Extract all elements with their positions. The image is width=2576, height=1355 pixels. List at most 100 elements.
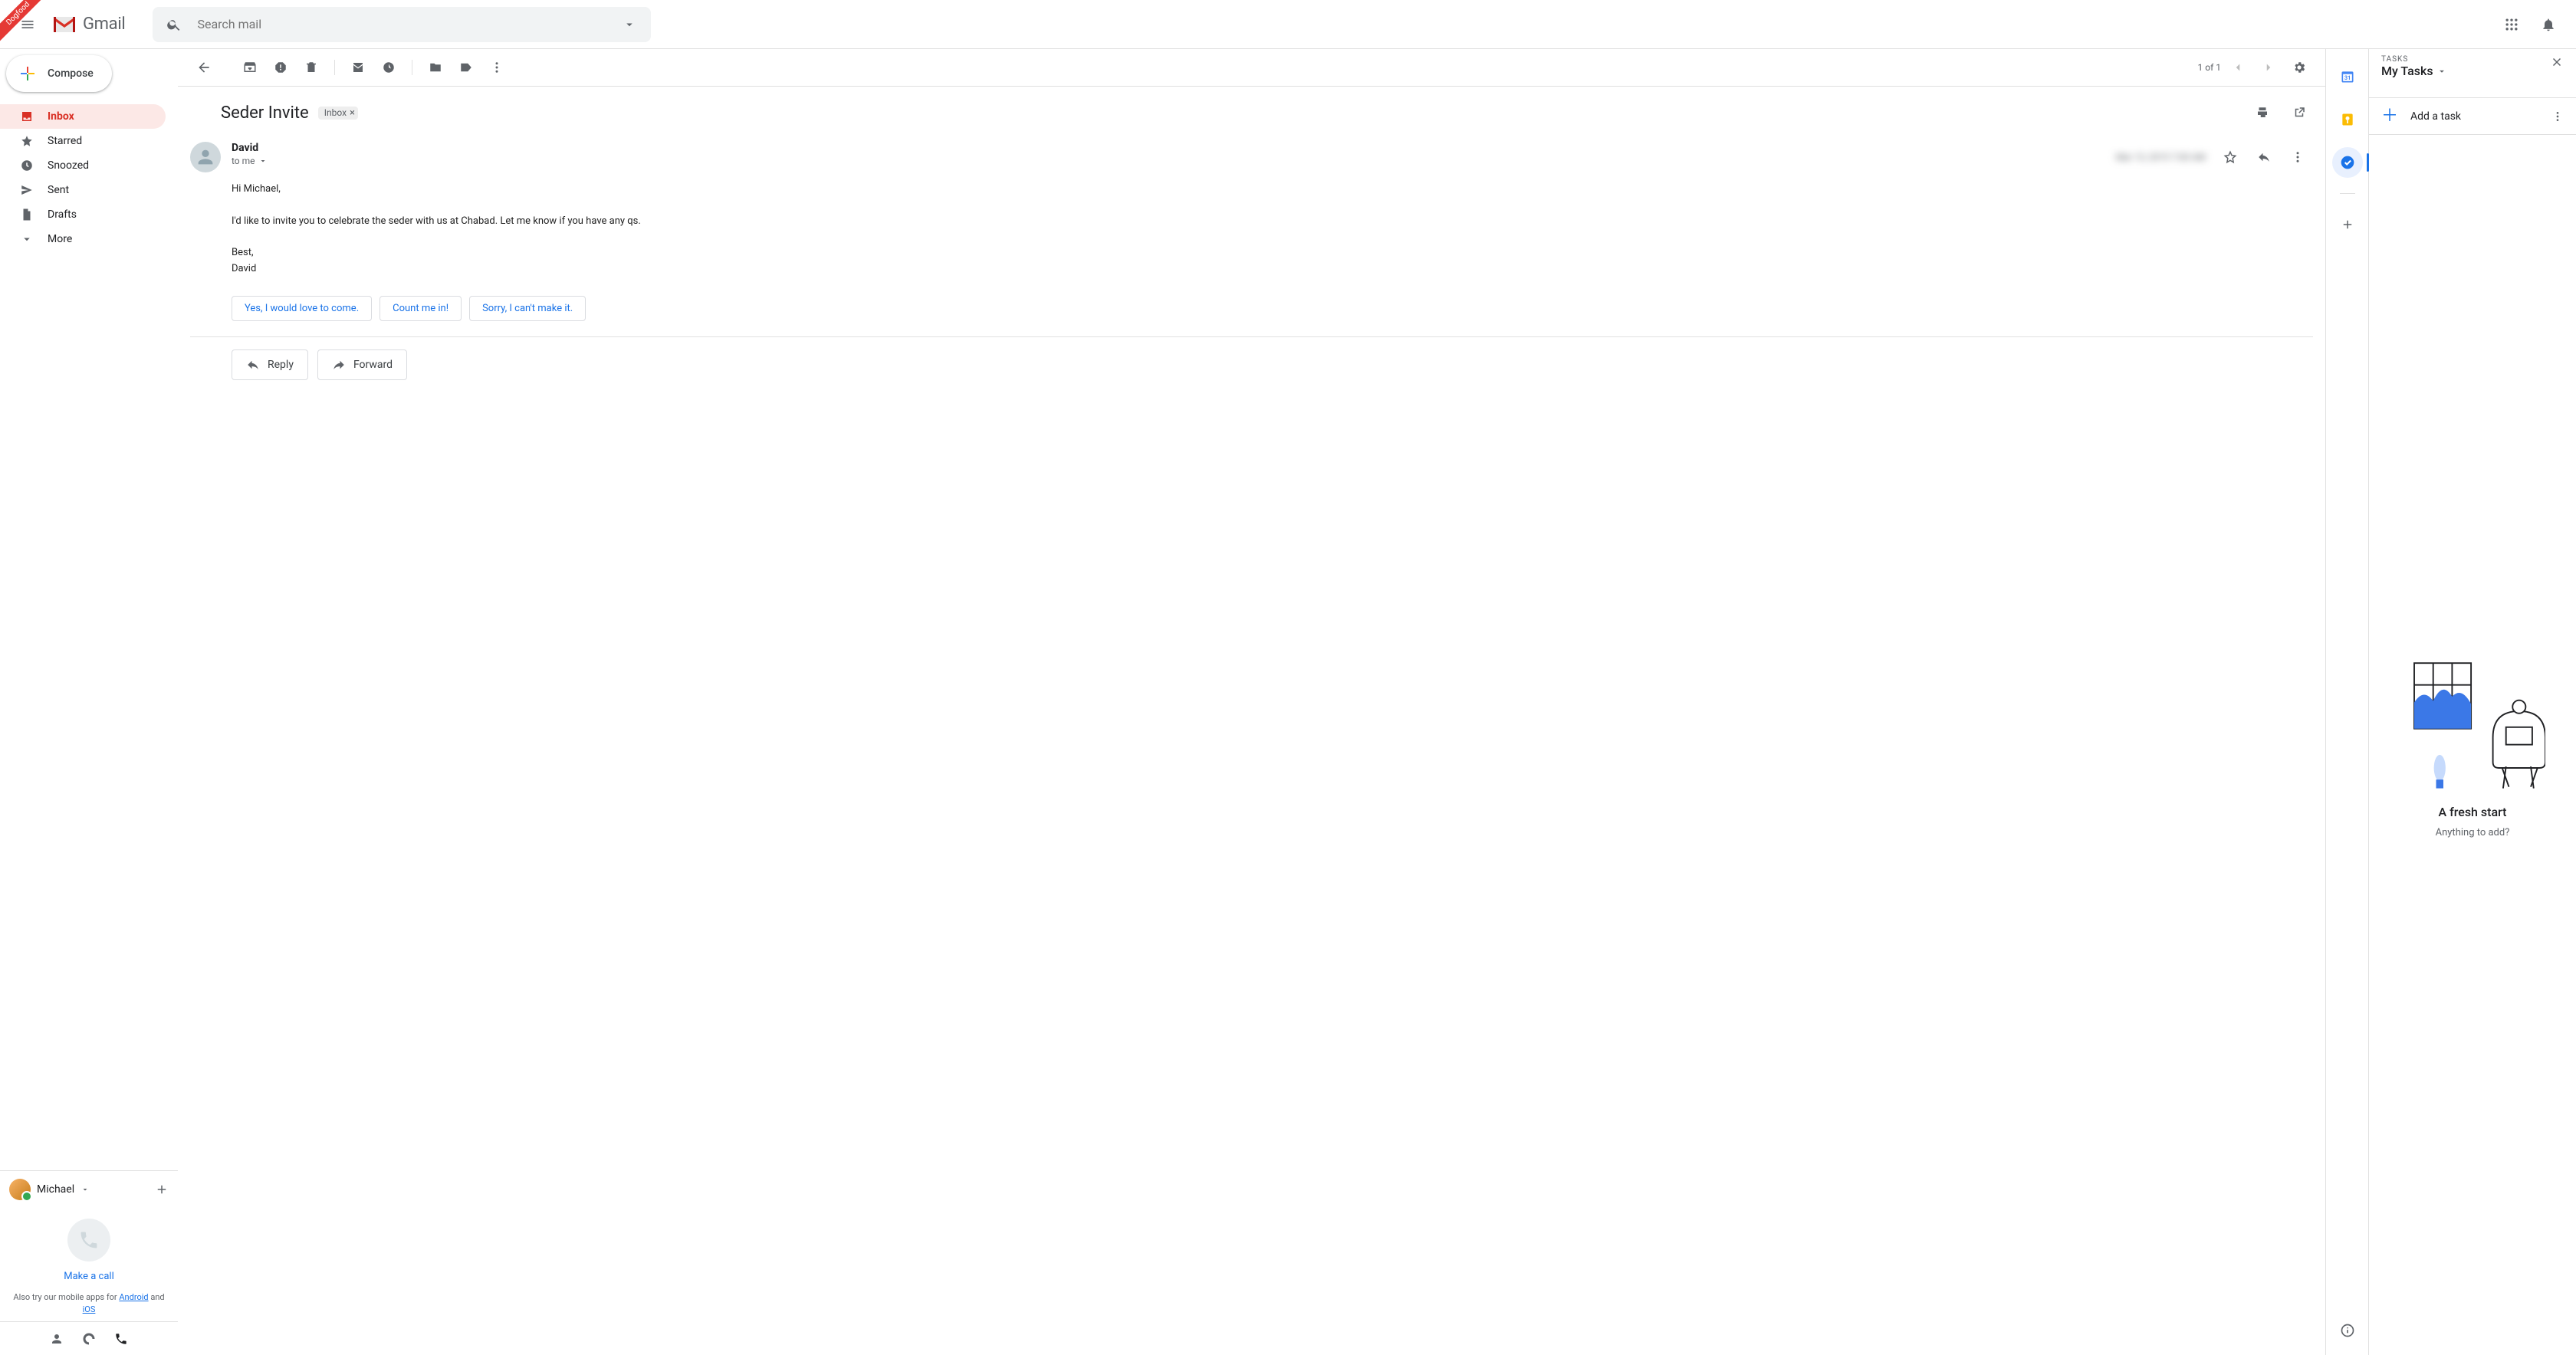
nav-label: Starred	[48, 135, 82, 147]
mobile-apps-text: Also try our mobile apps for Android and…	[6, 1291, 172, 1315]
more-vert-icon	[490, 61, 504, 74]
phone-tab[interactable]	[114, 1332, 128, 1346]
print-button[interactable]	[2249, 99, 2276, 126]
sender-name: David	[232, 142, 2105, 154]
email-subject: Seder Invite	[221, 103, 309, 123]
subject-row: Seder Invite Inbox ×	[190, 87, 2313, 136]
search-options-button[interactable]	[614, 9, 645, 40]
phone-icon	[78, 1229, 100, 1251]
smart-reply-button[interactable]: Yes, I would love to come.	[232, 296, 372, 321]
recipients-button[interactable]: to me	[232, 156, 2105, 166]
search-input[interactable]	[196, 16, 608, 32]
older-button[interactable]	[2224, 54, 2252, 81]
add-task-row[interactable]: ＋ Add a task	[2369, 98, 2576, 135]
nav-label: Drafts	[48, 208, 77, 221]
smart-reply-button[interactable]: Count me in!	[380, 296, 462, 321]
caret-down-icon	[258, 156, 268, 166]
calendar-addon-button[interactable]: 31	[2332, 61, 2363, 92]
reply-button[interactable]: Reply	[232, 349, 308, 380]
more-vert-icon	[2291, 150, 2305, 164]
delete-button[interactable]	[297, 54, 325, 81]
pager-text: 1 of 1	[2198, 62, 2221, 73]
more-vert-icon	[2551, 110, 2564, 123]
email-date: Mar 13, 2019 7:00 AM	[2116, 152, 2212, 162]
nav-item-inbox[interactable]: Inbox	[0, 104, 166, 129]
compose-button[interactable]: Compose	[6, 55, 112, 92]
gmail-logo[interactable]: Gmail	[52, 15, 125, 34]
file-icon	[20, 208, 34, 221]
contacts-tab[interactable]	[50, 1332, 64, 1346]
hangouts-tab[interactable]	[82, 1332, 96, 1346]
get-addons-button[interactable]	[2332, 209, 2363, 240]
sender-row: David to me Mar 13, 2019 7:00 AM	[190, 136, 2313, 176]
archive-icon	[243, 61, 257, 74]
smart-replies: Yes, I would love to come. Count me in! So…	[190, 277, 2313, 336]
info-button[interactable]	[2332, 1315, 2363, 1346]
inbox-icon	[20, 110, 34, 123]
forward-button[interactable]: Forward	[317, 349, 407, 380]
newer-button[interactable]	[2255, 54, 2282, 81]
message-more-button[interactable]	[2282, 142, 2313, 172]
plus-icon	[155, 1183, 169, 1196]
expand-icon	[20, 232, 34, 246]
snooze-button[interactable]	[375, 54, 402, 81]
email-body: Hi Michael, I'd like to invite you to ce…	[190, 176, 2313, 277]
reply-forward-row: Reply Forward	[190, 336, 2313, 399]
label-button[interactable]	[452, 54, 480, 81]
hangouts-call-area: Make a call Also try our mobile apps for…	[0, 1200, 178, 1321]
move-button[interactable]	[422, 54, 449, 81]
gmail-icon	[52, 15, 77, 34]
apps-grid-icon	[2504, 17, 2519, 32]
report-spam-icon	[274, 61, 288, 74]
nav-item-sent[interactable]: Sent	[0, 178, 166, 202]
sender-avatar	[190, 142, 221, 172]
tasks-empty-state: A fresh start Anything to add?	[2369, 135, 2576, 1355]
send-icon	[20, 183, 34, 197]
mark-unread-button[interactable]	[344, 54, 372, 81]
add-person-button[interactable]	[155, 1183, 169, 1196]
keep-addon-button[interactable]	[2332, 104, 2363, 135]
archive-button[interactable]	[236, 54, 264, 81]
empty-subtitle: Anything to add?	[2436, 827, 2510, 838]
tasks-heading: TASKS	[2381, 55, 2447, 64]
ios-link[interactable]: iOS	[83, 1304, 96, 1314]
smart-reply-button[interactable]: Sorry, I can't make it.	[469, 296, 586, 321]
search-bar[interactable]	[153, 7, 651, 42]
more-button[interactable]	[483, 54, 511, 81]
spam-button[interactable]	[267, 54, 294, 81]
search-button[interactable]	[159, 9, 189, 40]
forward-icon	[332, 358, 346, 372]
close-icon	[2550, 55, 2564, 69]
make-call-link[interactable]: Make a call	[64, 1271, 114, 1282]
main-content: 1 of 1 Seder Invite Inbox ×	[178, 49, 2326, 1355]
notifications-button[interactable]	[2533, 9, 2564, 40]
reply-icon-button[interactable]	[2249, 142, 2279, 172]
settings-button[interactable]	[2285, 54, 2313, 81]
close-tasks-button[interactable]	[2550, 55, 2564, 69]
nav-item-starred[interactable]: Starred	[0, 129, 166, 153]
star-button[interactable]	[2215, 142, 2246, 172]
info-icon	[2340, 1323, 2355, 1338]
apps-button[interactable]	[2496, 9, 2527, 40]
nav-item-more[interactable]: More	[0, 227, 166, 251]
label-icon	[459, 61, 473, 74]
user-avatar	[9, 1179, 31, 1200]
tasks-icon	[2340, 155, 2355, 170]
nav-item-snoozed[interactable]: Snoozed	[0, 153, 166, 178]
open-new-window-button[interactable]	[2285, 99, 2313, 126]
tasks-addon-button[interactable]	[2332, 147, 2363, 178]
tasks-menu-button[interactable]	[2551, 110, 2564, 123]
empty-title: A fresh start	[2439, 805, 2507, 819]
phone-icon	[114, 1332, 128, 1346]
nav-item-drafts[interactable]: Drafts	[0, 202, 166, 227]
open-external-icon	[2292, 106, 2306, 120]
android-link[interactable]: Android	[119, 1292, 148, 1302]
inbox-label-chip[interactable]: Inbox ×	[318, 107, 358, 120]
chat-bubble-icon	[82, 1332, 96, 1346]
hangouts-header[interactable]: Michael	[0, 1170, 178, 1200]
remove-label-button[interactable]: ×	[350, 107, 355, 119]
nav-label: Sent	[48, 184, 69, 196]
back-button[interactable]	[190, 54, 218, 81]
tasks-list-selector[interactable]: My Tasks	[2381, 64, 2447, 78]
svg-text:31: 31	[2344, 74, 2351, 81]
